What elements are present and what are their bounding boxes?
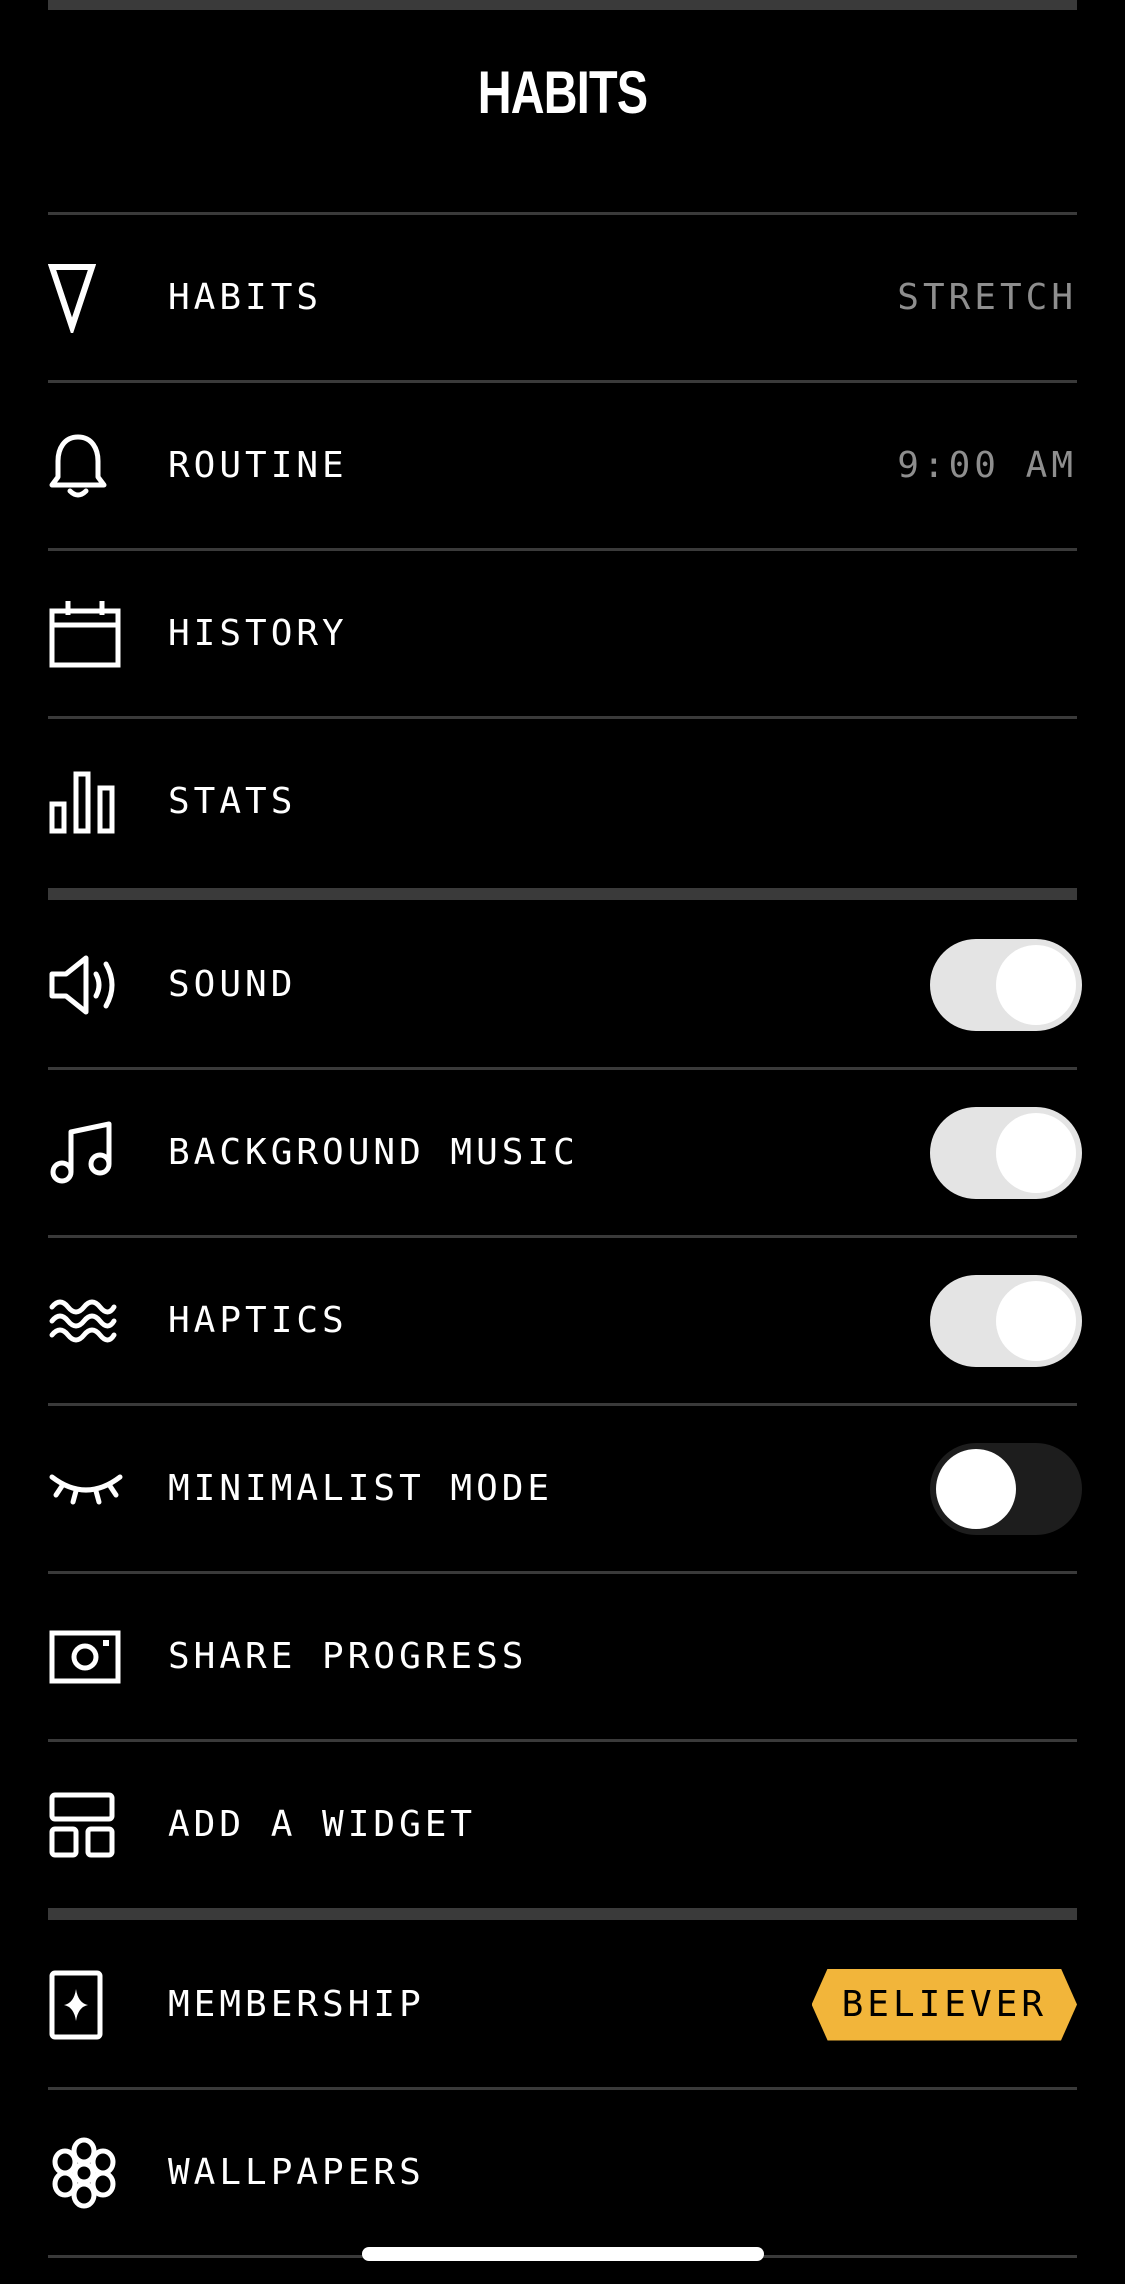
- minimalist-mode-row: MINIMALIST MODE: [48, 1406, 1082, 1571]
- sound-label: SOUND: [168, 964, 297, 1005]
- history-label: HISTORY: [168, 613, 348, 654]
- minimalist-mode-label: MINIMALIST MODE: [168, 1468, 554, 1509]
- haptics-row: HAPTICS: [48, 1238, 1082, 1403]
- routine-label: ROUTINE: [168, 445, 348, 486]
- add-a-widget-row[interactable]: ADD A WIDGET: [48, 1742, 1077, 1907]
- triangle-down-icon: [48, 250, 144, 346]
- history-row[interactable]: HISTORY: [48, 551, 1077, 716]
- background-music-row: BACKGROUND MUSIC: [48, 1070, 1082, 1235]
- membership-badge: BELIEVER: [812, 1969, 1077, 2041]
- routine-time-value: 9:00 AM: [897, 445, 1077, 486]
- speaker-icon: [48, 937, 144, 1033]
- calendar-icon: [48, 586, 144, 682]
- stats-label: STATS: [168, 781, 297, 822]
- haptics-toggle[interactable]: [930, 1274, 1082, 1367]
- membership-row[interactable]: MEMBERSHIP BELIEVER: [48, 1922, 1077, 2087]
- flower-icon: [48, 2125, 144, 2221]
- wallpapers-row[interactable]: WALLPAPERS: [48, 2090, 1077, 2255]
- bar-chart-icon: [48, 754, 144, 850]
- routine-row[interactable]: ROUTINE 9:00 AM: [48, 383, 1077, 548]
- sound-row: SOUND: [48, 902, 1082, 1067]
- page-title: HABITS: [477, 59, 648, 126]
- minimalist-mode-toggle[interactable]: [930, 1442, 1082, 1535]
- membership-card-icon: [48, 1957, 144, 2053]
- sound-toggle[interactable]: [930, 938, 1082, 1031]
- background-music-toggle[interactable]: [930, 1106, 1082, 1199]
- waves-icon: [48, 1273, 144, 1369]
- membership-label: MEMBERSHIP: [168, 1984, 425, 2025]
- habits-row[interactable]: HABITS STRETCH: [48, 215, 1077, 380]
- closed-eye-icon: [48, 1441, 144, 1537]
- habits-label: HABITS: [168, 277, 323, 318]
- share-progress-label: SHARE PROGRESS: [168, 1636, 528, 1677]
- widget-grid-icon: [48, 1777, 144, 1873]
- header: HABITS: [0, 0, 1125, 213]
- section-divider: [48, 1908, 1077, 1920]
- habits-value: STRETCH: [897, 277, 1077, 318]
- toggle-knob: [936, 1448, 1016, 1529]
- add-a-widget-label: ADD A WIDGET: [168, 1804, 477, 1845]
- section-divider: [48, 888, 1077, 900]
- share-progress-row[interactable]: SHARE PROGRESS: [48, 1574, 1077, 1739]
- toggle-knob: [996, 1112, 1076, 1193]
- toggle-knob: [996, 1280, 1076, 1361]
- music-note-icon: [48, 1105, 144, 1201]
- home-indicator[interactable]: [362, 2247, 764, 2261]
- camera-icon: [48, 1609, 144, 1705]
- bell-icon: [48, 418, 144, 514]
- toggle-knob: [996, 944, 1076, 1025]
- stats-row[interactable]: STATS: [48, 719, 1077, 884]
- background-music-label: BACKGROUND MUSIC: [168, 1132, 579, 1173]
- haptics-label: HAPTICS: [168, 1300, 348, 1341]
- wallpapers-label: WALLPAPERS: [168, 2152, 425, 2193]
